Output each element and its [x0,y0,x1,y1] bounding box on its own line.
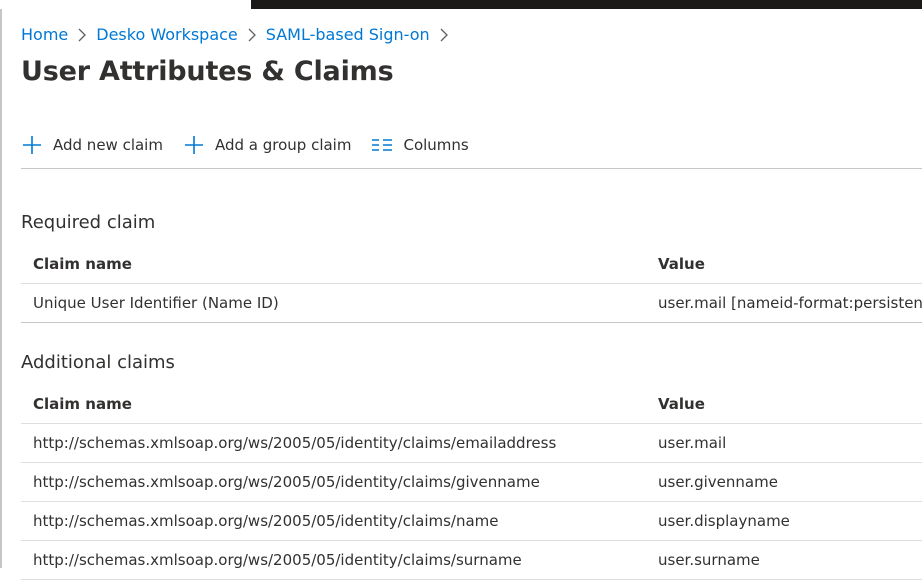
additional-claims-heading: Additional claims [21,352,175,373]
breadcrumb-desko-workspace[interactable]: Desko Workspace [96,25,238,44]
claim-name-cell: http://schemas.xmlsoap.org/ws/2005/05/id… [33,512,499,530]
column-header-claim-name[interactable]: Claim name [33,255,132,273]
grid-header-row: Claim name Value [21,385,922,424]
column-header-value[interactable]: Value [658,255,705,273]
claim-value-cell: user.givenname [658,473,778,491]
claim-name-cell: http://schemas.xmlsoap.org/ws/2005/05/id… [33,551,522,569]
claim-name-cell: Unique User Identifier (Name ID) [33,294,279,312]
claim-value-cell: user.displayname [658,512,790,530]
add-group-claim-label: Add a group claim [214,136,352,154]
left-border [0,9,2,568]
column-header-claim-name[interactable]: Claim name [33,395,132,413]
claim-name-cell: http://schemas.xmlsoap.org/ws/2005/05/id… [33,473,540,491]
command-bar: Add new claim Add a group claim Columns [21,130,922,169]
chevron-right-icon [70,26,94,42]
top-bar-dark-strip [251,0,922,9]
top-bar [0,0,922,9]
claim-value-cell: user.mail [658,434,727,452]
required-claim-grid: Claim name Value Unique User Identifier … [21,245,922,323]
table-row[interactable]: http://schemas.xmlsoap.org/ws/2005/05/id… [21,463,922,502]
claim-name-cell: http://schemas.xmlsoap.org/ws/2005/05/id… [33,434,557,452]
claim-value-cell: user.mail [nameid-format:persistent] [658,294,922,312]
table-row[interactable]: http://schemas.xmlsoap.org/ws/2005/05/id… [21,424,922,463]
required-claim-heading: Required claim [21,212,156,233]
plus-icon [21,134,43,156]
column-header-value[interactable]: Value [658,395,705,413]
additional-claims-grid: Claim name Value http://schemas.xmlsoap.… [21,385,922,580]
add-new-claim-button[interactable]: Add new claim [21,130,163,160]
breadcrumb: Home Desko Workspace SAML-based Sign-on [21,22,458,46]
page-title: User Attributes & Claims [21,56,394,87]
claim-value-cell: user.surname [658,551,760,569]
breadcrumb-saml-sign-on[interactable]: SAML-based Sign-on [266,25,430,44]
table-row[interactable]: Unique User Identifier (Name ID) user.ma… [21,284,922,323]
plus-icon [183,134,205,156]
add-group-claim-button[interactable]: Add a group claim [183,130,352,160]
breadcrumb-home[interactable]: Home [21,25,68,44]
table-row[interactable]: http://schemas.xmlsoap.org/ws/2005/05/id… [21,541,922,580]
chevron-right-icon [432,26,456,42]
columns-label: Columns [403,136,469,154]
chevron-right-icon [240,26,264,42]
columns-button[interactable]: Columns [371,130,469,160]
add-new-claim-label: Add new claim [53,136,163,154]
table-row[interactable]: http://schemas.xmlsoap.org/ws/2005/05/id… [21,502,922,541]
grid-header-row: Claim name Value [21,245,922,284]
columns-icon [371,134,393,156]
